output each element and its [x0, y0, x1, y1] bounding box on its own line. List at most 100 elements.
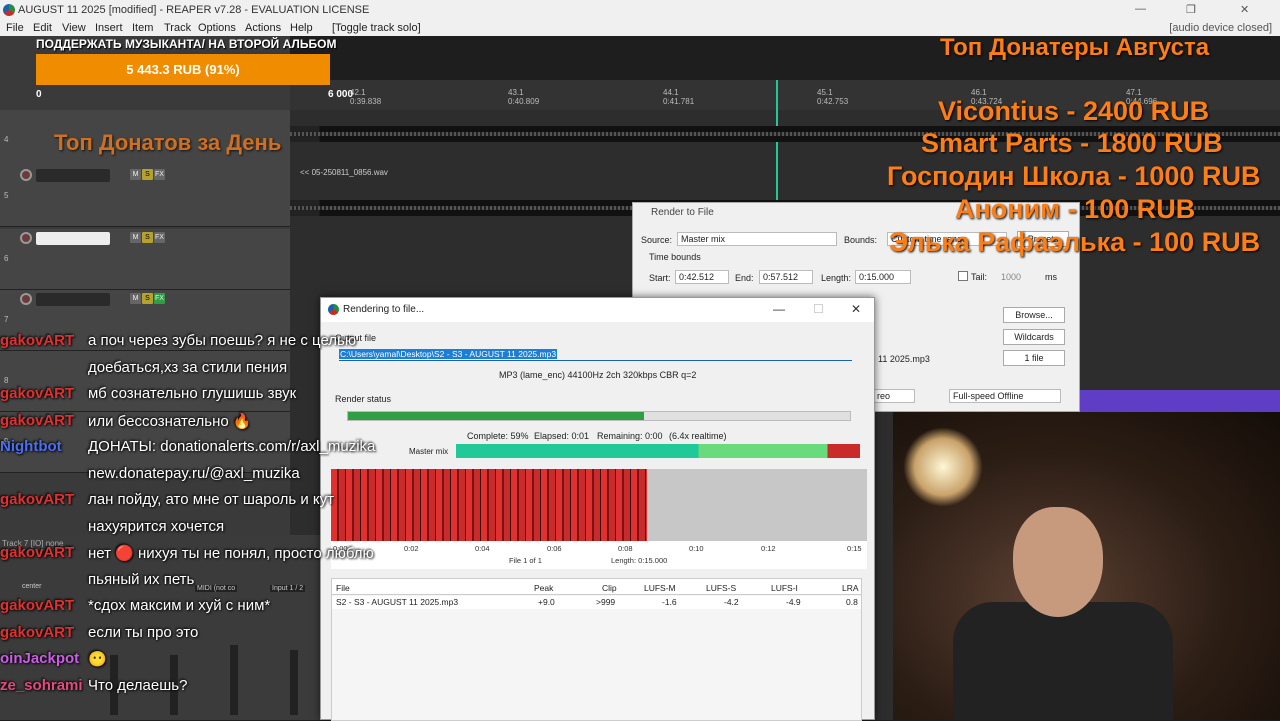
mute-button[interactable]: M [130, 232, 141, 243]
chat-text: нахуярится хочется [88, 517, 225, 535]
rendering-dialog-header: Rendering to file... — ☐ ✕ [321, 298, 874, 322]
track-row[interactable]: 5 M S FX [0, 166, 290, 227]
chat-text: 😶 [88, 651, 107, 668]
table-cell: -4.9 [786, 597, 801, 607]
close-button[interactable]: ✕ [851, 302, 861, 316]
chat-username[interactable]: gakovART [0, 491, 74, 508]
chat-text: мб сознательно глушишь звук [88, 385, 297, 402]
chat-username[interactable]: gakovART [0, 597, 74, 614]
axis-tick: 0:10 [689, 544, 704, 553]
start-label: Start: [649, 273, 671, 283]
tail-checkbox[interactable] [958, 271, 968, 281]
render-complete: Complete: 59% [467, 431, 529, 441]
tail-unit: ms [1045, 272, 1057, 282]
window-titlebar: AUGUST 11 2025 [modified] - REAPER v7.28… [0, 0, 1280, 20]
ruler-time: 0:41.781 [663, 97, 695, 106]
menu-options[interactable]: Options [198, 22, 236, 34]
axis-tick: 0:12 [761, 544, 776, 553]
fx-button[interactable]: FX [154, 232, 165, 243]
fx-button[interactable]: FX [154, 169, 165, 180]
audio-status: [audio device closed] [1169, 22, 1272, 34]
solo-button[interactable]: S [142, 293, 153, 304]
chat-text: ДОНАТЫ: donationalerts.com/r/axl_muzika [88, 438, 376, 455]
column-header: LUFS-I [771, 583, 798, 593]
chat-text: new.donatepay.ru/@axl_muzika [88, 464, 300, 482]
channels-select[interactable]: reo [873, 389, 915, 403]
table-cell: +9.0 [538, 597, 555, 607]
solo-button[interactable]: S [142, 232, 153, 243]
close-button[interactable]: ✕ [1240, 3, 1249, 16]
track-name-field[interactable] [36, 232, 110, 245]
chat-text: если ты про это [88, 623, 199, 641]
render-length: Length: 0:15.000 [611, 556, 668, 565]
track-buttons: M S FX [130, 293, 166, 304]
render-elapsed: Elapsed: 0:01 [534, 431, 590, 441]
stream-chat: gakovART а поч через зубы поешь? я не с ц… [0, 332, 420, 720]
chat-text: нет 🔴 нихуя ты не понял, просто люблю [88, 545, 374, 562]
render-realtime: (6.4x realtime) [669, 431, 727, 441]
chat-username[interactable]: gakovART [0, 412, 74, 429]
render-progress-bar [347, 411, 851, 421]
browse-button[interactable]: Browse... [1003, 307, 1065, 323]
column-header: Peak [534, 583, 554, 593]
tail-value[interactable]: 1000 [1001, 272, 1021, 282]
top-donor-2: Smart Parts - 1800 RUB [921, 128, 1223, 158]
chat-username[interactable]: Nightbot [0, 438, 62, 455]
end-label: End: [735, 273, 754, 283]
reaper-logo-icon [3, 4, 15, 16]
fx-button[interactable]: FX [154, 293, 165, 304]
axis-tick: 0:06 [547, 544, 562, 553]
mute-button[interactable]: M [130, 169, 141, 180]
minimize-button[interactable]: — [1135, 3, 1146, 15]
bounds-label: Bounds: [844, 235, 878, 245]
ruler-tick: 45.1 0:42.753 [817, 88, 848, 106]
menu-insert[interactable]: Insert [95, 22, 123, 34]
axis-tick: 0:04 [475, 544, 490, 553]
chat-username[interactable]: gakovART [0, 544, 74, 561]
minimize-button[interactable]: — [773, 302, 785, 316]
chat-text: лан пойду, ато мне от шароль и кут [88, 491, 334, 508]
record-arm-icon[interactable] [20, 232, 32, 244]
end-field[interactable]: 0:57.512 [759, 270, 813, 284]
mute-button[interactable]: M [130, 293, 141, 304]
record-arm-icon[interactable] [20, 169, 32, 181]
render-remaining: Remaining: 0:00 [597, 431, 663, 441]
time-bounds-label: Time bounds [649, 252, 701, 262]
start-field[interactable]: 0:42.512 [675, 270, 729, 284]
menu-track[interactable]: Track [164, 22, 191, 34]
track-buttons: M S FX [130, 169, 166, 180]
record-arm-icon[interactable] [20, 293, 32, 305]
column-header: LRA [842, 583, 859, 593]
chat-username[interactable]: oinJackpot [0, 650, 79, 667]
chat-username[interactable]: gakovART [0, 385, 74, 402]
donation-progress-text: 5 443.3 RUB (91%) [126, 62, 240, 77]
solo-button[interactable]: S [142, 169, 153, 180]
menu-actions[interactable]: Actions [245, 22, 281, 34]
chat-text: доебаться,хз за стили пения [88, 358, 288, 376]
chat-username[interactable]: ze_sohrami [0, 677, 83, 694]
render-mode-select[interactable]: Full-speed Offline [949, 389, 1061, 403]
top-day-title: Топ Донатов за День [54, 130, 282, 155]
maximize-button[interactable]: ❐ [1186, 3, 1196, 16]
menu-help[interactable]: Help [290, 22, 313, 34]
menu-edit[interactable]: Edit [33, 22, 52, 34]
chat-username[interactable]: gakovART [0, 332, 74, 349]
file-count-button[interactable]: 1 file [1003, 350, 1065, 366]
column-header: LUFS-M [644, 583, 676, 593]
length-label: Length: [821, 273, 852, 283]
length-field[interactable]: 0:15.000 [855, 270, 911, 284]
maximize-button[interactable]: ☐ [813, 302, 824, 316]
track-name-field[interactable] [36, 169, 110, 182]
menu-view[interactable]: View [62, 22, 86, 34]
track-name-field[interactable] [36, 293, 110, 306]
wildcards-button[interactable]: Wildcards [1003, 329, 1065, 345]
track-row[interactable]: 6 M S FX [0, 229, 290, 290]
source-select[interactable]: Master mix [677, 232, 837, 246]
ruler-bar: 45.1 [817, 88, 833, 97]
menu-file[interactable]: File [6, 22, 24, 34]
table-cell: -1.6 [662, 597, 677, 607]
menu-item[interactable]: Item [132, 22, 153, 34]
column-header: Clip [602, 583, 617, 593]
chat-username[interactable]: gakovART [0, 624, 74, 641]
table-cell: 0.8 [846, 597, 858, 607]
